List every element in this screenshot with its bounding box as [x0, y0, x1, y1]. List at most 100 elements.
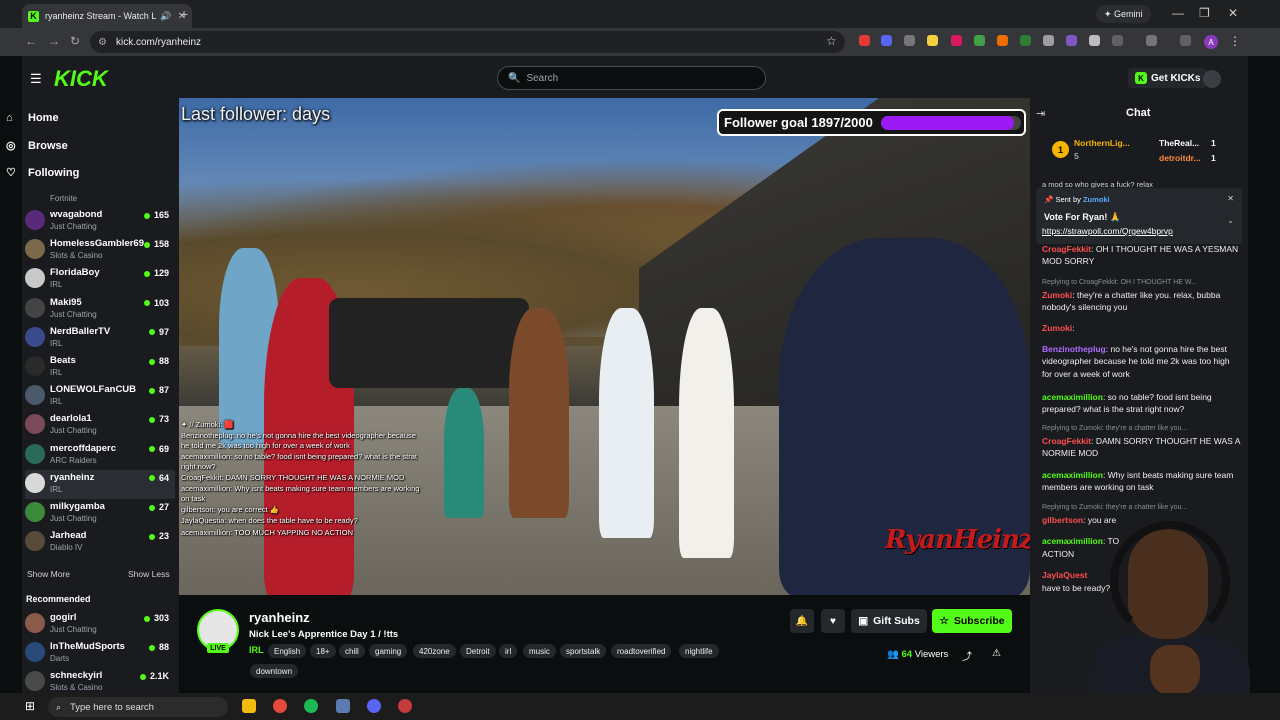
reading-list-icon[interactable]	[1180, 35, 1191, 46]
stream-tag[interactable]: 18+	[310, 644, 336, 658]
pinned-message[interactable]: 📌 Sent by Zumoki Vote For Ryan! 🙏 https:…	[1036, 188, 1242, 244]
file-explorer-icon[interactable]	[242, 699, 256, 713]
sidebar-channel-beats[interactable]: Beats IRL 88	[25, 353, 175, 382]
url-bar[interactable]: ⚙ kick.com/ryanheinz	[90, 31, 845, 53]
browser-tab-active[interactable]: K ryanheinz Stream - Watch L 🔊 ✕	[22, 4, 192, 28]
subscribe-button[interactable]: ☆ Subscribe	[932, 609, 1012, 633]
windows-start-icon[interactable]: ⊞	[25, 699, 35, 713]
leaderboard-name[interactable]: TheReal...	[1159, 138, 1199, 148]
bookmark-star-icon[interactable]: ☆	[826, 34, 837, 48]
leaderboard-name[interactable]: NorthernLig...	[1074, 138, 1130, 148]
chrome-icon[interactable]	[273, 699, 287, 713]
collapse-chat-icon[interactable]: ⇥	[1036, 107, 1045, 120]
site-info-icon[interactable]: ⚙	[98, 37, 107, 48]
search-input[interactable]: 🔍 Search	[497, 66, 766, 90]
extension-icon[interactable]	[859, 35, 870, 46]
report-warning-icon[interactable]: ⚠	[992, 648, 1001, 659]
speaker-icon[interactable]: 🔊	[160, 11, 171, 22]
stream-tag[interactable]: nightlife	[679, 644, 719, 658]
hamburger-menu-icon[interactable]: ☰	[30, 71, 42, 87]
stream-tag[interactable]: roadtoverified	[611, 644, 672, 658]
forward-icon[interactable]: →	[48, 34, 60, 48]
chat-username[interactable]: Zumoki	[1042, 290, 1072, 300]
gift-subs-button[interactable]: ▣ Gift Subs	[851, 609, 927, 633]
back-icon[interactable]: ←	[25, 34, 37, 48]
sidebar-channel-nerdballertv[interactable]: NerdBallerTV IRL 97	[25, 324, 175, 353]
kick-logo[interactable]: KICK	[54, 66, 108, 92]
extension-icon[interactable]	[904, 35, 915, 46]
chat-username[interactable]: CroagFekkit	[1042, 436, 1091, 446]
sidebar-channel-jarhead[interactable]: Jarhead Diablo IV 23	[25, 528, 175, 557]
profile-avatar[interactable]: A	[1204, 35, 1218, 49]
sidebar-channel-floridaboy[interactable]: FloridaBoy IRL 129	[25, 265, 175, 294]
extension-icon[interactable]	[997, 35, 1008, 46]
extension-icon[interactable]	[1089, 35, 1100, 46]
sidebar-channel-milkygamba[interactable]: milkygamba Just Chatting 27	[25, 499, 175, 528]
sidebar-channel-ryanheinz[interactable]: ryanheinz IRL 64	[25, 469, 175, 499]
leaderboard-name[interactable]: detroitdr...	[1159, 153, 1201, 163]
stream-tag[interactable]: Detroit	[460, 644, 496, 658]
extension-icon[interactable]	[974, 35, 985, 46]
sidebar-channel-lonewolfancub[interactable]: LONEWOLFanCUB IRL 87	[25, 382, 175, 411]
chat-message[interactable]: Zumoki:	[1042, 322, 1240, 334]
gemini-button[interactable]: ✦ Gemini	[1096, 5, 1151, 23]
nav-following[interactable]: ♡ Following	[6, 166, 79, 180]
stream-tag[interactable]: 420zone	[413, 644, 456, 658]
maximize-icon[interactable]: ❐	[1199, 6, 1210, 20]
new-tab-icon[interactable]: +	[180, 6, 188, 22]
extension-icon[interactable]	[951, 35, 962, 46]
chat-username[interactable]: Benzinotheplug	[1042, 344, 1106, 354]
stream-tag[interactable]: sportstalk	[560, 644, 607, 658]
sidebar-channel-maki95[interactable]: Maki95 Just Chatting 103	[25, 295, 175, 324]
streamer-name[interactable]: ryanheinz	[249, 610, 310, 625]
stream-tag[interactable]: gaming	[369, 644, 408, 658]
sidebar-channel-gogirl[interactable]: gogirl Just Chatting 303	[25, 610, 175, 639]
chat-message[interactable]: CroagFekkit: OH I THOUGHT HE WAS A YESMA…	[1042, 243, 1240, 268]
stream-category[interactable]: IRL	[249, 645, 264, 655]
nav-home[interactable]: ⌂ Home	[6, 112, 59, 124]
stream-tag[interactable]: chill	[339, 644, 365, 658]
minimize-icon[interactable]: —	[1172, 6, 1184, 20]
pinned-link[interactable]: https://strawpoll.com/Qrgew4bprvp	[1042, 226, 1173, 236]
chat-message[interactable]: CroagFekkit: DAMN SORRY THOUGHT HE WAS A…	[1042, 435, 1240, 460]
chat-username[interactable]: Zumoki	[1042, 323, 1072, 333]
show-less-button[interactable]: Show Less	[128, 569, 170, 579]
show-more-button[interactable]: Show More	[27, 569, 70, 579]
stream-tag[interactable]: downtown	[250, 664, 299, 678]
extension-icon[interactable]	[1020, 35, 1031, 46]
sidebar-channel-wvagabond[interactable]: wvagabond Just Chatting 165	[25, 207, 175, 236]
user-avatar[interactable]	[1203, 70, 1221, 88]
unpin-icon[interactable]: ✕	[1227, 194, 1234, 203]
extension-icon[interactable]	[1043, 35, 1054, 46]
share-icon[interactable]: ⤴	[962, 648, 972, 663]
cast-icon[interactable]	[1146, 35, 1157, 46]
discord-icon[interactable]	[367, 699, 381, 713]
extension-icon[interactable]	[1066, 35, 1077, 46]
chat-message[interactable]: Benzinotheplug: no he's not gonna hire t…	[1042, 343, 1240, 380]
obs-icon[interactable]	[398, 699, 412, 713]
stream-tag[interactable]: irl	[499, 644, 518, 658]
app-icon[interactable]	[336, 699, 350, 713]
sidebar-channel-dearlola1[interactable]: dearlola1 Just Chatting 73	[25, 411, 175, 440]
stream-tag[interactable]: English	[268, 644, 307, 658]
chevron-down-icon[interactable]: ⌄	[1227, 216, 1234, 225]
close-window-icon[interactable]: ✕	[1228, 6, 1238, 20]
extensions-puzzle-icon[interactable]	[1112, 35, 1123, 46]
notification-bell-icon[interactable]: 🔔	[790, 609, 814, 633]
browser-menu-icon[interactable]: ⋮	[1229, 34, 1241, 48]
chat-username[interactable]: acemaximillion	[1042, 392, 1103, 402]
sidebar-channel-homelessgambler69[interactable]: HomelessGambler69 Slots & Casino 158	[25, 236, 175, 265]
spotify-icon[interactable]	[304, 699, 318, 713]
pinned-sender[interactable]: Zumoki	[1083, 195, 1110, 204]
chat-message[interactable]: Zumoki: they're a chatter like you. rela…	[1042, 289, 1240, 314]
sidebar-channel-mercoffdaperc[interactable]: mercoffdaperc ARC Raiders 69	[25, 441, 175, 470]
stream-tag[interactable]: music	[523, 644, 556, 658]
extension-icon[interactable]	[927, 35, 938, 46]
extension-icon[interactable]	[881, 35, 892, 46]
get-kicks-button[interactable]: K Get KICKs	[1128, 68, 1208, 88]
taskbar-search-input[interactable]: ⌕ Type here to search	[48, 697, 228, 717]
chat-username[interactable]: CroagFekkit	[1042, 244, 1091, 254]
chat-message[interactable]: acemaximillion: so no table? food isnt b…	[1042, 391, 1240, 416]
sidebar-channel-inthemudsports[interactable]: InTheMudSports Darts 88	[25, 639, 175, 668]
reload-icon[interactable]: ↻	[70, 34, 80, 48]
